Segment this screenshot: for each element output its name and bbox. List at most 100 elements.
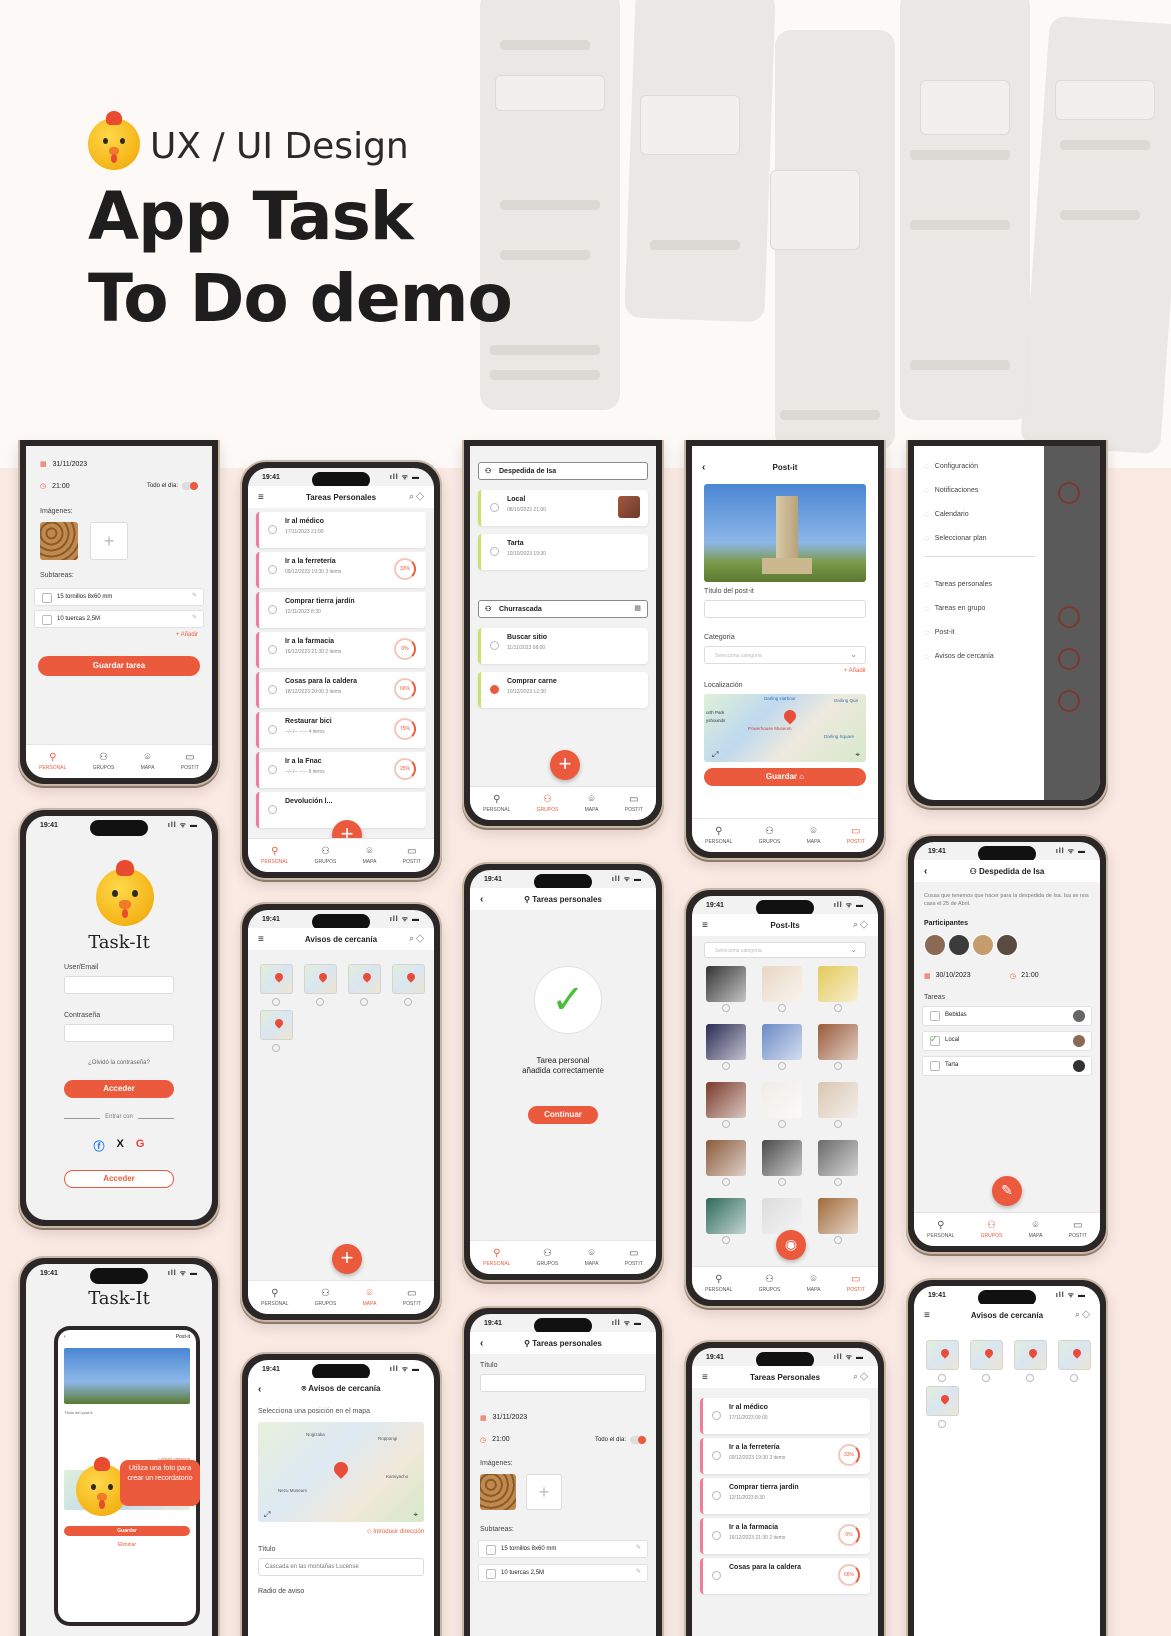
task-checkbox[interactable]	[268, 685, 277, 694]
group-task[interactable]: Comprar carne 10/12/2023 12:30	[478, 672, 648, 708]
allday-toggle[interactable]	[630, 1436, 646, 1444]
postit-image[interactable]	[818, 1024, 858, 1060]
task-title-input[interactable]	[480, 1374, 646, 1392]
nav-personal[interactable]: ⚲ PERSONAL	[927, 1220, 954, 1239]
google-icon[interactable]: G	[136, 1138, 145, 1154]
edit-icon[interactable]: ✎	[636, 1568, 641, 1575]
alert-map-thumb[interactable]	[304, 964, 337, 994]
postit-select-radio[interactable]	[778, 1178, 786, 1186]
postit-select-radio[interactable]	[834, 1236, 842, 1244]
nav-grupos[interactable]: ⚇ GRUPOS	[537, 794, 559, 813]
nav-personal[interactable]: ⚲ PERSONAL	[483, 794, 510, 813]
task-item[interactable]: Comprar tierra jardín 12/11/2023 8:30	[256, 592, 426, 628]
add-category-link[interactable]: + Añadir	[844, 668, 866, 674]
task-item[interactable]: Ir a la farmacia 16/12/2023 21:30 2 items…	[256, 632, 426, 668]
facebook-icon[interactable]: ⓕ	[94, 1138, 105, 1154]
task-checkbox[interactable]	[268, 605, 277, 614]
postit-select-radio[interactable]	[722, 1004, 730, 1012]
task-checkbox[interactable]	[268, 565, 277, 574]
add-subtask-link[interactable]: + Añadir	[176, 632, 198, 638]
task-image[interactable]	[618, 496, 640, 518]
nav-postit[interactable]: ▭ POSTIT	[403, 846, 421, 865]
edit-icon[interactable]: ✎	[192, 614, 197, 621]
task-checkbox[interactable]	[712, 1571, 721, 1580]
nav-grupos[interactable]: ⚇ GRUPOS	[537, 1248, 559, 1267]
save-postit-button[interactable]: Guardar ⌂	[704, 768, 866, 786]
alert-title-input[interactable]: Cascada en las montañas Lucense	[258, 1558, 424, 1576]
calendar-icon[interactable]: ▦	[634, 604, 641, 612]
allday-toggle[interactable]	[182, 482, 198, 490]
lighthouse-photo[interactable]	[704, 484, 866, 582]
postit-select-radio[interactable]	[778, 1004, 786, 1012]
nav-grupos[interactable]: ⚇ GRUPOS	[759, 826, 781, 845]
add-alert-button[interactable]: +	[332, 1244, 362, 1274]
postit-select-radio[interactable]	[834, 1062, 842, 1070]
task-time[interactable]: 21:00	[52, 483, 70, 490]
postit-image[interactable]	[706, 1140, 746, 1176]
postit-select-radio[interactable]	[778, 1062, 786, 1070]
task-checkbox[interactable]	[268, 805, 277, 814]
nav-grupos[interactable]: ⚇ GRUPOS	[315, 846, 337, 865]
nav-mapa[interactable]: ⌾ MAPA	[363, 1288, 377, 1307]
menu-item[interactable]: ◌ Post-it	[924, 620, 1044, 644]
menu-item[interactable]: ◌ Notificaciones	[924, 478, 1044, 502]
postit-image[interactable]	[818, 1140, 858, 1176]
task-checkbox[interactable]	[268, 645, 277, 654]
postit-title-input[interactable]	[704, 600, 866, 618]
menu-icon[interactable]: ≡	[702, 920, 708, 931]
user-email-input[interactable]	[64, 976, 174, 994]
task-checkbox[interactable]	[712, 1451, 721, 1460]
search-icon[interactable]: ⌕ ◇	[853, 920, 868, 930]
postit-image[interactable]	[762, 1024, 802, 1060]
nav-postit[interactable]: ▭ POSTIT	[847, 1274, 865, 1293]
menu-icon[interactable]: ≡	[924, 1310, 930, 1321]
nav-personal[interactable]: ⚲ PERSONAL	[261, 1288, 288, 1307]
edit-group-button[interactable]: ✎	[992, 1176, 1022, 1206]
search-icon[interactable]: ⌕ ◇	[1075, 1310, 1090, 1320]
nav-personal[interactable]: ⚲ PERSONAL	[705, 826, 732, 845]
task-item[interactable]: Ir al médico 17/11/2023 21:00	[256, 512, 426, 548]
group-task[interactable]: Buscar sitio 11/11/2023 08:00	[478, 628, 648, 664]
group-task-row[interactable]: Tarta	[922, 1056, 1092, 1076]
enter-address-link[interactable]: ◇ Introducir dirección	[367, 1528, 424, 1535]
nav-postit[interactable]: ▭ POSTIT	[403, 1288, 421, 1307]
add-image-button[interactable]: +	[526, 1474, 562, 1510]
subtask-row[interactable]: 15 tornillos 8x60 mm ✎	[34, 588, 204, 606]
postit-image[interactable]	[706, 1024, 746, 1060]
nav-personal[interactable]: ⚲ PERSONAL	[39, 752, 66, 771]
alert-map-thumb[interactable]	[970, 1340, 1003, 1370]
back-icon[interactable]: ‹	[480, 1338, 483, 1349]
forgot-password-link[interactable]: ¿Olvidó la contraseña?	[26, 1060, 212, 1066]
task-item[interactable]: Ir a la Fnac --/--/-- --:-- 8 items 25%	[256, 752, 426, 788]
edit-icon[interactable]: ✎	[636, 1544, 641, 1551]
postit-image[interactable]	[818, 1082, 858, 1118]
nav-mapa[interactable]: ⌾ MAPA	[585, 794, 599, 813]
nav-mapa[interactable]: ⌾ MAPA	[141, 752, 155, 771]
group-task[interactable]: Tarta 10/10/2023 19:30	[478, 534, 648, 570]
login-button[interactable]: Acceder	[64, 1080, 174, 1098]
postit-image[interactable]	[706, 1198, 746, 1234]
task-item[interactable]: Comprar tierra jardín 12/11/2023 8:30	[700, 1478, 870, 1514]
camera-button[interactable]: ◉	[776, 1230, 806, 1260]
task-checkbox[interactable]	[268, 765, 277, 774]
alert-map-thumb[interactable]	[260, 1010, 293, 1040]
nav-postit[interactable]: ▭ POSTIT	[1069, 1220, 1087, 1239]
nav-mapa[interactable]: ⌾ MAPA	[807, 826, 821, 845]
back-icon[interactable]: ‹	[702, 462, 705, 473]
menu-icon[interactable]: ≡	[258, 934, 264, 945]
nav-mapa[interactable]: ⌾ MAPA	[585, 1248, 599, 1267]
wood-logs-image[interactable]	[40, 522, 78, 560]
group-date[interactable]: 30/10/2023	[936, 972, 971, 980]
menu-icon[interactable]: ≡	[702, 1372, 708, 1383]
alert-map-thumb[interactable]	[348, 964, 381, 994]
alert-map-thumb[interactable]	[926, 1386, 959, 1416]
nav-mapa[interactable]: ⌾ MAPA	[807, 1274, 821, 1293]
postit-image[interactable]	[818, 1198, 858, 1234]
location-map[interactable]: Nogizaka Roppongi Nezu Museum Kamiyacho …	[258, 1422, 424, 1522]
postit-select-radio[interactable]	[834, 1178, 842, 1186]
add-image-button[interactable]: +	[90, 522, 128, 560]
login-alt-button[interactable]: Acceder	[64, 1170, 174, 1188]
group-task-row[interactable]: ✓ Local	[922, 1031, 1092, 1051]
alert-map-thumb[interactable]	[260, 964, 293, 994]
nav-personal[interactable]: ⚲ PERSONAL	[483, 1248, 510, 1267]
